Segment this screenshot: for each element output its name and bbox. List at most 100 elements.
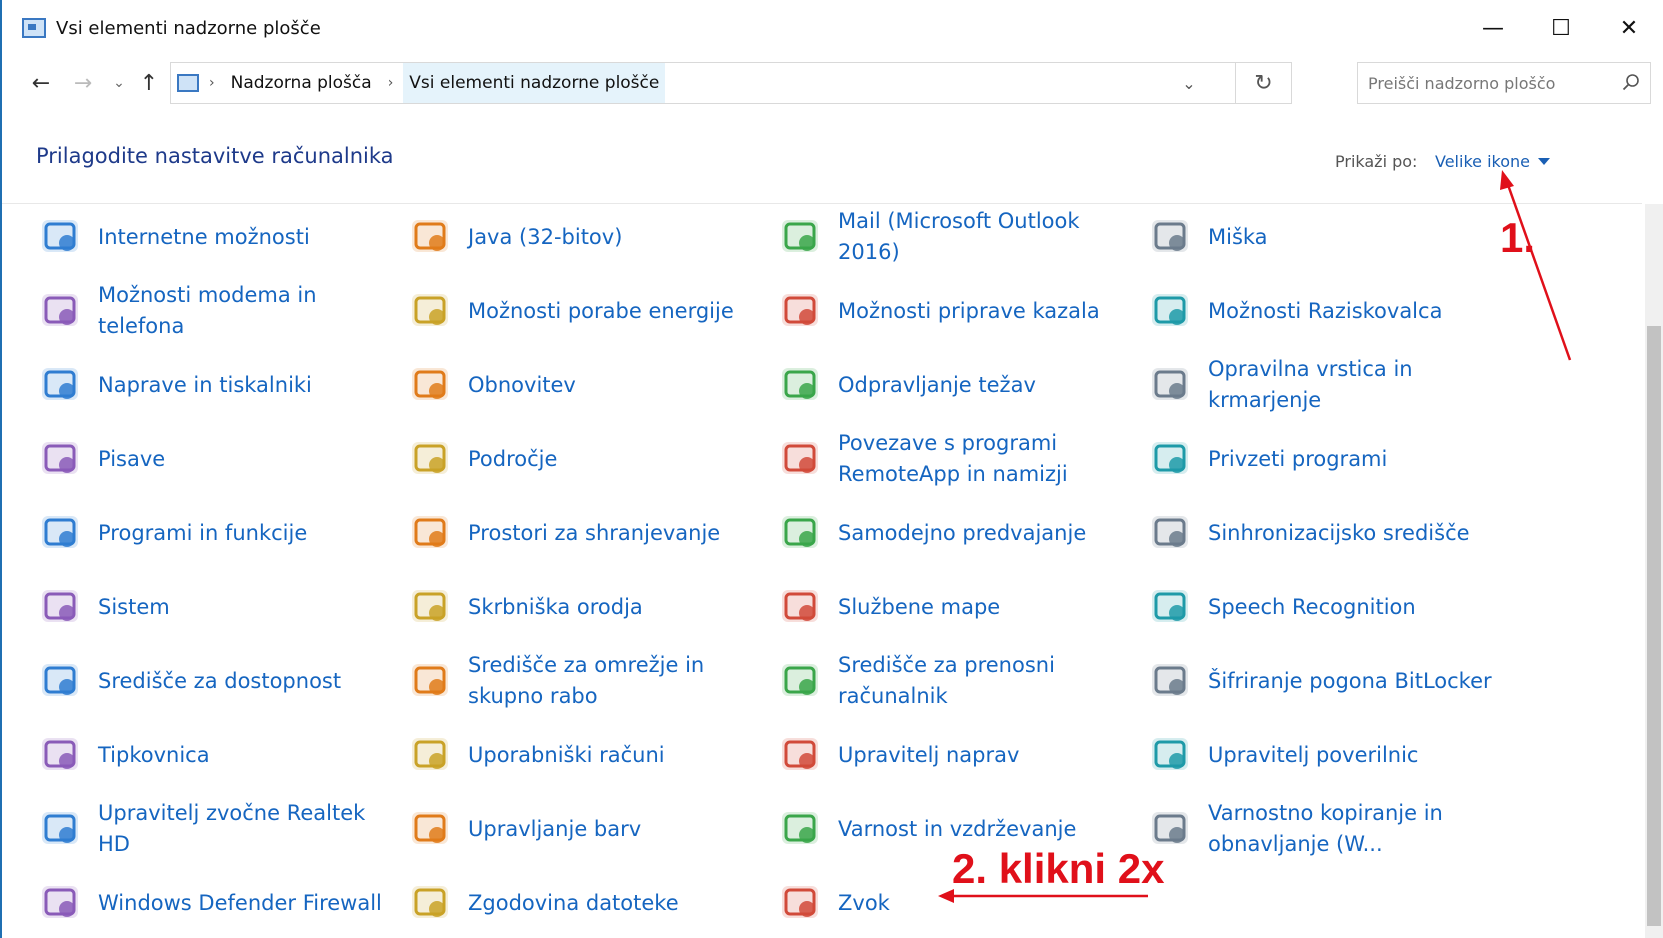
control-panel-item[interactable]: Središče za omrežje in skupno rabo <box>406 644 766 718</box>
control-panel-item[interactable]: Opravilna vrstica in krmarjenje <box>1146 348 1506 422</box>
chevron-down-icon[interactable]: ⌄ <box>1169 63 1209 103</box>
refresh-icon[interactable]: ↻ <box>1235 63 1291 103</box>
control-panel-item[interactable]: Obnovitev <box>406 348 766 422</box>
back-arrow-icon[interactable]: ← <box>24 66 58 100</box>
control-panel-item[interactable]: Zgodovina datoteke <box>406 866 766 938</box>
speaker-icon <box>36 804 86 854</box>
control-panel-item[interactable]: Speech Recognition <box>1146 570 1506 644</box>
control-panel-item-label: Windows Defender Firewall <box>98 890 382 915</box>
control-panel-item[interactable]: Privzeti programi <box>1146 422 1506 496</box>
control-panel-item-label: Področje <box>468 446 558 471</box>
control-panel-item-label: Možnosti priprave kazala <box>838 298 1100 323</box>
phone-modem-icon <box>36 286 86 336</box>
control-panel-item[interactable]: Tipkovnica <box>36 718 396 792</box>
close-button[interactable]: ✕ <box>1595 0 1663 56</box>
address-bar[interactable]: › Nadzorna plošča › Vsi elementi nadzorn… <box>170 62 1292 104</box>
annotation-step-1: 1. <box>1500 214 1536 261</box>
control-panel-item-label: Tipkovnica <box>98 742 210 767</box>
control-panel-item[interactable]: Možnosti modema in telefona <box>36 274 396 348</box>
control-panel-item-label: Privzeti programi <box>1208 446 1388 471</box>
breadcrumb-all-items[interactable]: Vsi elementi nadzorne plošče <box>403 63 666 103</box>
control-panel-item[interactable]: Internetne možnosti <box>36 200 396 274</box>
window-controls: — ☐ ✕ <box>1459 0 1663 56</box>
network-icon <box>406 656 456 706</box>
users-icon <box>406 730 456 780</box>
control-panel-item-label: Pisave <box>98 446 166 471</box>
control-panel-item[interactable]: Skrbniška orodja <box>406 570 766 644</box>
control-panel-item-label: Mail (Microsoft Outlook 2016) <box>838 209 1080 264</box>
control-panel-item-label: Središče za prenosni računalnik <box>838 653 1055 708</box>
breadcrumb-control-panel[interactable]: Nadzorna plošča <box>225 63 378 103</box>
mobility-center-icon <box>776 656 826 706</box>
folder-options-icon <box>1146 286 1196 336</box>
control-panel-icon <box>22 18 46 38</box>
items-row: Središče za dostopnost Središče za omrežj… <box>36 644 1536 718</box>
title-bar: Vsi elementi nadzorne plošče — ☐ ✕ <box>2 0 1663 56</box>
java-cup-icon <box>406 212 456 262</box>
control-panel-item[interactable]: Java (32-bitov) <box>406 200 766 274</box>
control-panel-item[interactable]: Windows Defender Firewall <box>36 866 396 938</box>
programs-box-icon <box>36 508 86 558</box>
battery-plug-icon <box>406 286 456 336</box>
control-panel-item[interactable]: Odpravljanje težav <box>776 348 1136 422</box>
control-panel-item-label: Internetne možnosti <box>98 224 310 249</box>
device-manager-icon <box>776 730 826 780</box>
keyboard-icon <box>36 730 86 780</box>
items-row: Tipkovnica Uporabniški računi Upravitelj n… <box>36 718 1536 792</box>
control-panel-item[interactable]: Sistem <box>36 570 396 644</box>
search-input[interactable]: Preišči nadzorno ploščo <box>1357 62 1651 104</box>
control-panel-item[interactable]: Upravljanje barv <box>406 792 766 866</box>
control-panel-item[interactable]: Miška <box>1146 200 1506 274</box>
control-panel-item[interactable]: Prostori za shranjevanje <box>406 496 766 570</box>
up-arrow-icon[interactable]: ↑ <box>132 66 166 100</box>
control-panel-item[interactable]: Naprave in tiskalniki <box>36 348 396 422</box>
control-panel-item[interactable]: Področje <box>406 422 766 496</box>
scrollbar-thumb[interactable] <box>1647 326 1661 926</box>
control-panel-item[interactable]: Središče za prenosni računalnik <box>776 644 1136 718</box>
control-panel-item[interactable]: Možnosti Raziskovalca <box>1146 274 1506 348</box>
items-row: Naprave in tiskalniki Obnovitev Odpravljan… <box>36 348 1536 422</box>
mouse-icon <box>1146 212 1196 262</box>
control-panel-item[interactable]: Sinhronizacijsko središče <box>1146 496 1506 570</box>
control-panel-item[interactable]: Upravitelj poverilnic <box>1146 718 1506 792</box>
control-panel-item[interactable]: Programi in funkcije <box>36 496 396 570</box>
control-panel-item[interactable]: Mail (Microsoft Outlook 2016) <box>776 200 1136 274</box>
control-panel-item[interactable]: Središče za dostopnost <box>36 644 396 718</box>
accessibility-icon <box>36 656 86 706</box>
sound-speaker-icon <box>776 878 826 928</box>
control-panel-item-label: Sistem <box>98 594 170 619</box>
control-panel-item[interactable]: Varnostno kopiranje in obnavljanje (W... <box>1146 792 1506 866</box>
troubleshoot-icon <box>776 360 826 410</box>
control-panel-item-label: Zgodovina datoteke <box>468 890 679 915</box>
control-panel-item[interactable]: Pisave <box>36 422 396 496</box>
control-panel-item[interactable]: Možnosti porabe energije <box>406 274 766 348</box>
control-panel-item[interactable]: Službene mape <box>776 570 1136 644</box>
region-globe-clock-icon <box>406 434 456 484</box>
items-row: Internetne možnosti Java (32-bitov) Mail (… <box>36 200 1536 274</box>
maximize-button[interactable]: ☐ <box>1527 0 1595 56</box>
caret-down-icon <box>1537 158 1550 165</box>
minimize-button[interactable]: — <box>1459 0 1527 56</box>
control-panel-item[interactable]: Upravitelj naprav <box>776 718 1136 792</box>
sync-center-icon <box>1146 508 1196 558</box>
control-panel-item-label: Uporabniški računi <box>468 742 665 767</box>
control-panel-item[interactable]: Povezave s programi RemoteApp in namizji <box>776 422 1136 496</box>
recent-locations-chevron-icon[interactable]: ⌄ <box>102 66 136 100</box>
control-panel-item-label: Upravitelj naprav <box>838 742 1020 767</box>
control-panel-icon <box>177 74 199 92</box>
breadcrumb-separator: › <box>387 75 394 91</box>
forward-arrow-icon[interactable]: → <box>66 66 100 100</box>
control-panel-item-label: Programi in funkcije <box>98 520 308 545</box>
default-programs-icon <box>1146 434 1196 484</box>
control-panel-item-label: Speech Recognition <box>1208 594 1416 619</box>
control-panel-item[interactable]: Samodejno predvajanje <box>776 496 1136 570</box>
control-panel-item-label: Povezave s programi RemoteApp in namizji <box>838 431 1068 486</box>
control-panel-item[interactable]: Upravitelj zvočne Realtek HD <box>36 792 396 866</box>
control-panel-item[interactable]: Šifriranje pogona BitLocker <box>1146 644 1506 718</box>
control-panel-item[interactable]: Uporabniški računi <box>406 718 766 792</box>
control-panel-item[interactable]: Možnosti priprave kazala <box>776 274 1136 348</box>
microphone-icon <box>1146 582 1196 632</box>
view-by-dropdown[interactable]: Velike ikone <box>1435 152 1550 171</box>
annotation-step-2: 2. klikni 2x <box>952 845 1165 892</box>
search-icon[interactable] <box>1622 73 1640 91</box>
